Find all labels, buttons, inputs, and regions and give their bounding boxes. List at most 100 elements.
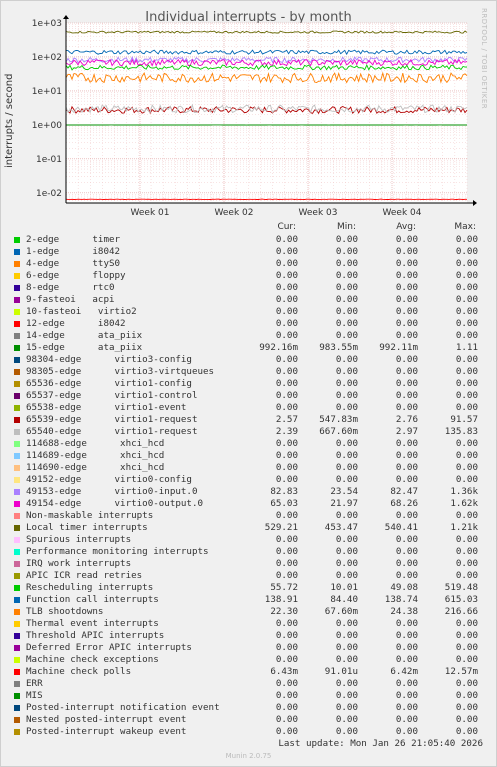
legend-row: 65536-edge virtio1-config 0.00 0.00 0.00 0.0…: [0, 378, 497, 390]
legend-row: 15-edge ata_piix 992.16m 983.55m 992.11m 1.1…: [0, 342, 497, 354]
legend-series-name: 10-fasteoi virtio2: [26, 306, 137, 317]
legend-swatch: [14, 693, 20, 699]
legend-swatch: [14, 273, 20, 279]
legend-value: 0.00: [395, 282, 418, 293]
legend-row: MIS 0.00 0.00 0.00 0.00: [0, 690, 497, 702]
legend-row: 114688-edge xhci_hcd 0.00 0.00 0.00 0.00: [0, 438, 497, 450]
legend-value: 0.00: [395, 690, 418, 701]
legend-value: 0.00: [395, 726, 418, 737]
legend-row: 14-edge ata_piix 0.00 0.00 0.00 0.00: [0, 330, 497, 342]
legend-swatch: [14, 729, 20, 735]
legend-value: 0.00: [395, 318, 418, 329]
legend-value: 0.00: [395, 714, 418, 725]
legend-row: 12-edge i8042 0.00 0.00 0.00 0.00: [0, 318, 497, 330]
legend-value: 0.00: [335, 306, 358, 317]
legend-value: 0.00: [455, 474, 478, 485]
y-tick-label: 1e+03: [32, 19, 62, 29]
legend-value: 0.00: [455, 318, 478, 329]
legend-series-name: 65539-edge virtio1-request: [26, 414, 198, 425]
legend-value: 0.00: [395, 546, 418, 557]
legend-value: 0.00: [395, 654, 418, 665]
legend-value: 0.00: [395, 534, 418, 545]
legend-series-name: 14-edge ata_piix: [26, 330, 143, 341]
legend-row: Thermal event interrupts 0.00 0.00 0.00 0.00: [0, 618, 497, 630]
legend-value: 82.83: [270, 486, 298, 497]
x-tick-label: Week 02: [215, 208, 254, 215]
legend-value: 0.00: [395, 354, 418, 365]
legend-value: 0.00: [455, 366, 478, 377]
legend-row: 98305-edge virtio3-virtqueues 0.00 0.00 0.0…: [0, 366, 497, 378]
legend-series-name: Function call interrupts: [26, 594, 159, 605]
legend-value: 0.00: [395, 306, 418, 317]
legend-value: 0.00: [335, 702, 358, 713]
legend-swatch: [14, 465, 20, 471]
legend-series-name: 1-edge i8042: [26, 246, 121, 257]
legend-value: 0.00: [395, 294, 418, 305]
legend-series-name: 65538-edge virtio1-event: [26, 402, 187, 413]
chart-plot: 1e-02 1e-01 1e+00 1e+01 1e+02 1e+03 Week 01 Wee…: [32, 15, 477, 215]
legend-swatch: [14, 501, 20, 507]
legend-value: 0.00: [455, 726, 478, 737]
legend-value: 0.00: [395, 618, 418, 629]
legend-series-name: Posted-interrupt notification event: [26, 702, 220, 713]
legend-swatch: [14, 633, 20, 639]
legend-swatch: [14, 669, 20, 675]
legend-value: 0.00: [455, 270, 478, 281]
legend-swatch: [14, 573, 20, 579]
legend-value: 1.62k: [450, 498, 478, 509]
legend-value: 0.00: [335, 366, 358, 377]
legend-value: 0.00: [335, 558, 358, 569]
legend-row: Posted-interrupt notification event 0.00 0…: [0, 702, 497, 714]
legend-value: 0.00: [395, 378, 418, 389]
legend-column-header: Max:: [454, 222, 476, 232]
legend-value: 0.00: [395, 510, 418, 521]
legend-value: 0.00: [335, 258, 358, 269]
legend-column-header: Cur:: [277, 222, 296, 232]
legend-value: 0.00: [395, 390, 418, 401]
legend-value: 0.00: [395, 246, 418, 257]
legend-series-name: ERR: [26, 678, 43, 689]
legend-swatch: [14, 489, 20, 495]
legend-value: 0.00: [275, 402, 298, 413]
legend-value: 0.00: [275, 678, 298, 689]
legend-series-name: 8-edge rtc0: [26, 282, 115, 293]
legend-swatch: [14, 525, 20, 531]
legend-value: 0.00: [395, 258, 418, 269]
legend-value: 0.00: [335, 474, 358, 485]
legend-series-name: 15-edge ata_piix: [26, 342, 143, 353]
legend-value: 0.00: [455, 678, 478, 689]
legend-value: 2.97: [395, 426, 418, 437]
legend-swatch: [14, 561, 20, 567]
legend-swatch: [14, 405, 20, 411]
legend-value: 0.00: [275, 234, 298, 245]
legend-swatch: [14, 477, 20, 483]
legend-row: Threshold APIC interrupts 0.00 0.00 0.00 0.0…: [0, 630, 497, 642]
legend-series-name: Deferred Error APIC interrupts: [26, 642, 192, 653]
legend-series-name: 49152-edge virtio0-config: [26, 474, 192, 485]
x-tick-label: Week 04: [383, 208, 422, 215]
legend-series-name: 98305-edge virtio3-virtqueues: [26, 366, 215, 377]
legend-series-name: Machine check polls: [26, 666, 132, 677]
legend-swatch: [14, 261, 20, 267]
legend-value: 138.91: [264, 594, 298, 605]
legend-value: 667.60m: [319, 426, 358, 437]
legend-series-name: 49154-edge virtio0-output.0: [26, 498, 204, 509]
legend-value: 0.00: [395, 366, 418, 377]
legend-value: 0.00: [395, 570, 418, 581]
legend-value: 0.00: [275, 258, 298, 269]
legend-series-name: 9-fasteoi acpi: [26, 294, 115, 305]
legend-swatch: [14, 429, 20, 435]
legend-row: 49152-edge virtio0-config 0.00 0.00 0.00 0.0…: [0, 474, 497, 486]
legend-value: 992.16m: [259, 342, 298, 353]
legend-value: 91.57: [450, 414, 478, 425]
legend-series-name: Local timer interrupts: [26, 522, 148, 533]
legend-value: 12.57m: [444, 666, 478, 677]
legend-series-name: Machine check exceptions: [26, 654, 159, 665]
legend-row: IRQ work interrupts 0.00 0.00 0.00 0.00: [0, 558, 497, 570]
legend-swatch: [14, 441, 20, 447]
legend-value: 0.00: [275, 510, 298, 521]
legend-row: TLB shootdowns 22.30 67.60m 24.38 216.66: [0, 606, 497, 618]
legend-value: 0.00: [455, 654, 478, 665]
legend-value: 91.01u: [324, 666, 358, 677]
legend-row: Spurious interrupts 0.00 0.00 0.00 0.00: [0, 534, 497, 546]
